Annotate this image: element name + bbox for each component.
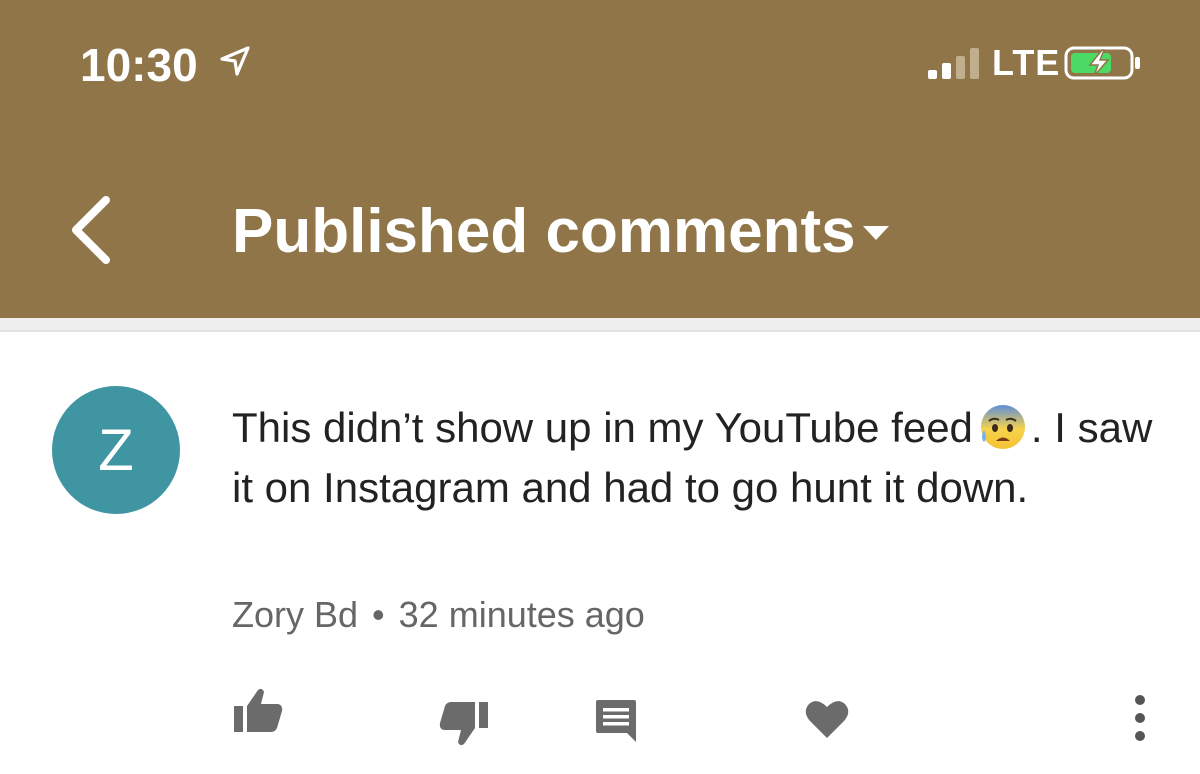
- battery-charging-icon: [1064, 46, 1140, 80]
- chevron-down-icon[interactable]: [860, 222, 892, 244]
- meta-separator: •: [372, 594, 385, 635]
- anxious-face-with-sweat-icon: [980, 404, 1025, 449]
- thumbs-down-icon[interactable]: [438, 700, 490, 748]
- divider: [0, 330, 1200, 332]
- back-button[interactable]: [62, 192, 122, 268]
- heart-icon[interactable]: [804, 698, 850, 740]
- reply-icon[interactable]: [594, 698, 638, 744]
- carrier-label: LTE: [992, 42, 1061, 83]
- comment-meta: Zory Bd • 32 minutes ago: [232, 594, 645, 636]
- comment-text-part-1: This didn’t show up in my YouTube feed: [232, 404, 973, 451]
- status-time: 10:30: [80, 39, 198, 91]
- avatar-letter: Z: [98, 417, 134, 483]
- avatar[interactable]: Z: [52, 386, 180, 514]
- comment-text: This didn’t show up in my YouTube feed .…: [232, 398, 1162, 518]
- page-title[interactable]: Published comments: [232, 196, 856, 267]
- author-name[interactable]: Zory Bd: [232, 594, 358, 635]
- app-header: 10:30 LTE Published comments: [0, 0, 1200, 318]
- location-arrow-icon: [220, 46, 250, 76]
- comment-timestamp: 32 minutes ago: [398, 594, 645, 635]
- signal-strength-icon: [928, 48, 979, 79]
- more-vert-icon[interactable]: [1128, 694, 1152, 742]
- thumbs-up-icon[interactable]: [232, 686, 284, 734]
